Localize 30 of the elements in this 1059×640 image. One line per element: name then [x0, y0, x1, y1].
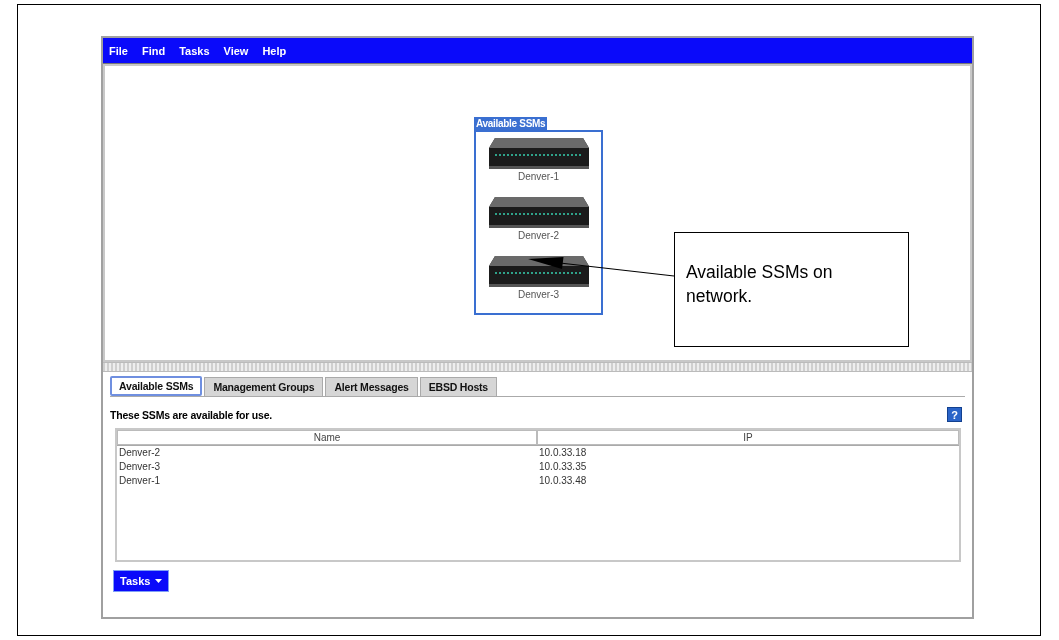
tab[interactable]: Management Groups: [204, 377, 324, 396]
table-cell-text: Denver-2: [118, 446, 162, 460]
server-icon: [486, 136, 591, 170]
table-cell-text: 10.0.33.18: [538, 446, 588, 460]
table-cell-text: Denver-3: [118, 460, 162, 474]
device-label: Denver-3: [517, 289, 560, 302]
menu-item[interactable]: Tasks: [177, 43, 212, 58]
device-label: Denver-2: [517, 230, 560, 243]
callout-text: Available SSMs on network.: [674, 232, 909, 347]
device-label: Denver-1: [517, 171, 560, 184]
group-title: Available SSMs: [474, 117, 548, 130]
tab[interactable]: EBSD Hosts: [419, 377, 497, 396]
menu-item[interactable]: View: [221, 43, 251, 58]
tab[interactable]: Alert Messages: [325, 377, 418, 396]
server-icon: [486, 254, 591, 288]
description-text: These SSMs are available for use.: [110, 408, 273, 421]
help-button[interactable]: ?: [947, 407, 962, 422]
tasks-button[interactable]: Tasks: [113, 570, 170, 592]
splitter-handle[interactable]: [103, 362, 972, 372]
server-icon: [486, 195, 591, 229]
caret-icon: [155, 579, 163, 583]
menu-item[interactable]: File: [107, 43, 130, 58]
tab[interactable]: Available SSMs: [110, 376, 203, 396]
column-header[interactable]: IP: [537, 430, 959, 445]
column-header[interactable]: Name: [117, 430, 537, 445]
menu-item[interactable]: Help: [260, 43, 289, 58]
table-cell-text: 10.0.33.35: [538, 460, 588, 474]
table-cell-text: Denver-1: [118, 474, 162, 488]
table-cell-text: 10.0.33.48: [538, 474, 588, 488]
menu-item[interactable]: Find: [139, 43, 168, 58]
